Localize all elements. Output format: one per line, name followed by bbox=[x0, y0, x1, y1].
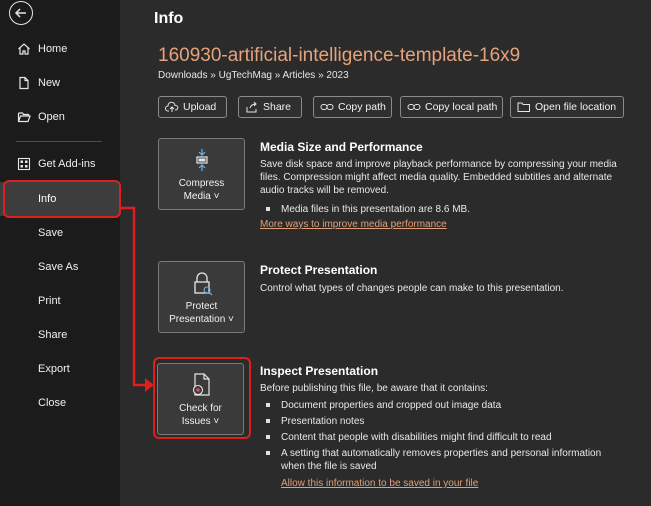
page-title: Info bbox=[154, 10, 184, 27]
lock-icon bbox=[193, 272, 212, 296]
sidebar-item-label: Save As bbox=[38, 261, 79, 273]
media-section-title: Media Size and Performance bbox=[260, 140, 423, 154]
sidebar-item-label: Get Add-ins bbox=[38, 158, 96, 170]
sidebar-item-home[interactable]: Home bbox=[0, 32, 120, 66]
folder-open-icon bbox=[16, 109, 32, 125]
sidebar-item-label: Home bbox=[38, 43, 68, 55]
compress-media-label-2: Media ˅ bbox=[183, 191, 220, 202]
open-file-location-button[interactable]: Open file location bbox=[510, 96, 624, 118]
link-icon bbox=[407, 100, 421, 114]
copy-path-label: Copy path bbox=[338, 101, 386, 113]
sidebar-item-label: Export bbox=[38, 363, 70, 375]
inspect-bullet: Content that people with disabilities mi… bbox=[266, 431, 631, 444]
sidebar-item-close[interactable]: Close bbox=[0, 386, 120, 420]
sidebar-item-label: Close bbox=[38, 397, 67, 409]
sidebar-item-label: Share bbox=[38, 329, 68, 341]
inspect-bullet: Presentation notes bbox=[266, 415, 631, 428]
sidebar-divider bbox=[16, 141, 102, 142]
media-performance-link[interactable]: More ways to improve media performance bbox=[260, 219, 447, 230]
upload-label: Upload bbox=[183, 101, 217, 113]
sidebar-item-get-add-ins[interactable]: Get Add-ins bbox=[0, 147, 120, 181]
sidebar-item-label: Open bbox=[38, 111, 65, 123]
new-document-icon bbox=[16, 75, 32, 91]
copy-path-button[interactable]: Copy path bbox=[313, 96, 392, 118]
inspect-bullet: Document properties and cropped out imag… bbox=[266, 399, 631, 412]
home-icon bbox=[16, 41, 32, 57]
sidebar-item-save-as[interactable]: Save As bbox=[0, 250, 120, 284]
compress-media-label-1: Compress bbox=[178, 178, 225, 189]
share-label: Share bbox=[263, 101, 292, 113]
check-issues-highlight-box bbox=[153, 357, 251, 439]
share-icon bbox=[245, 100, 259, 114]
copy-local-path-label: Copy local path bbox=[425, 101, 498, 113]
media-size-bullet: Media files in this presentation are 8.6… bbox=[266, 203, 631, 216]
inspect-section-title: Inspect Presentation bbox=[260, 364, 379, 378]
inspect-bullet: A setting that automatically removes pro… bbox=[266, 447, 626, 473]
back-arrow-icon bbox=[14, 8, 26, 18]
cloud-upload-icon bbox=[165, 100, 179, 114]
sidebar-item-label: New bbox=[38, 77, 61, 89]
sidebar-item-print[interactable]: Print bbox=[0, 284, 120, 318]
protect-presentation-label-2: Presentation ˅ bbox=[169, 314, 234, 325]
compress-media-icon bbox=[195, 149, 208, 171]
link-icon bbox=[320, 100, 334, 114]
sidebar-item-export[interactable]: Export bbox=[0, 352, 120, 386]
protect-section-text: Control what types of changes people can… bbox=[260, 283, 564, 294]
add-ins-grid-icon bbox=[16, 156, 32, 172]
copy-local-path-button[interactable]: Copy local path bbox=[400, 96, 503, 118]
info-highlight-box bbox=[3, 180, 121, 218]
allow-information-link[interactable]: Allow this information to be saved in yo… bbox=[281, 478, 478, 489]
protect-presentation-label-1: Protect bbox=[185, 301, 218, 312]
inspect-section-text: Before publishing this file, be aware th… bbox=[260, 383, 488, 394]
file-name: 160930-artificial-intelligence-template-… bbox=[158, 45, 521, 66]
sidebar-item-label: Print bbox=[38, 295, 61, 307]
sidebar-item-share[interactable]: Share bbox=[0, 318, 120, 352]
open-file-location-label: Open file location bbox=[535, 101, 617, 113]
upload-button[interactable]: Upload bbox=[158, 96, 227, 118]
sidebar-item-save[interactable]: Save bbox=[0, 216, 120, 250]
backstage-sidebar: Home New Open Get Add-ins Info Save Save… bbox=[0, 0, 120, 506]
protect-presentation-button[interactable]: Protect Presentation ˅ bbox=[158, 261, 245, 333]
protect-section-title: Protect Presentation bbox=[260, 263, 378, 277]
compress-media-button[interactable]: Compress Media ˅ bbox=[158, 138, 245, 210]
back-button[interactable] bbox=[9, 1, 33, 25]
media-section-text: Save disk space and improve playback per… bbox=[260, 159, 617, 196]
folder-icon bbox=[517, 100, 531, 114]
share-button[interactable]: Share bbox=[238, 96, 302, 118]
sidebar-item-new[interactable]: New bbox=[0, 66, 120, 100]
sidebar-item-label: Save bbox=[38, 227, 64, 239]
breadcrumb: Downloads » UgTechMag » Articles » 2023 bbox=[158, 70, 349, 81]
sidebar-item-open[interactable]: Open bbox=[0, 100, 120, 134]
